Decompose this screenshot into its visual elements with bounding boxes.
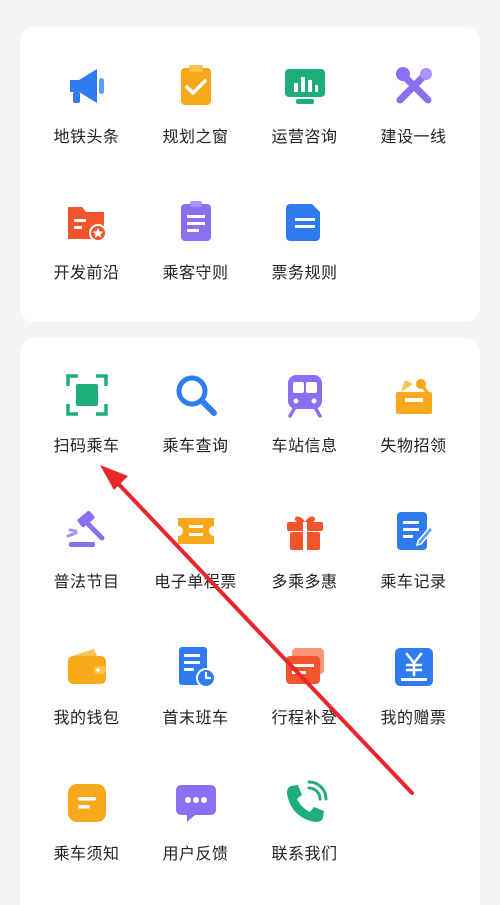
ticket-document-icon (282, 199, 328, 245)
record-edit-icon (391, 508, 437, 554)
tile-construction-front[interactable]: 建设一线 (359, 51, 468, 187)
services-grid: 扫码乘车 乘车查询 车站信息 失物招领 普法节目 电子单程票 多乘多惠 乘车记录… (20, 360, 480, 904)
monitor-chart-icon (282, 63, 328, 109)
tile-ticket-rules[interactable]: 票务规则 (250, 187, 359, 323)
folder-star-icon (64, 199, 110, 245)
qr-scan-icon (64, 372, 110, 418)
tile-label: 普法节目 (53, 572, 120, 591)
tile-label: 扫码乘车 (53, 436, 120, 455)
tile-scan-qr-ride[interactable]: 扫码乘车 (32, 360, 141, 496)
tile-law-program[interactable]: 普法节目 (32, 496, 141, 632)
tile-label: 我的赠票 (380, 708, 447, 727)
tile-label: 乘车查询 (162, 436, 229, 455)
schedule-clock-icon (173, 644, 219, 690)
tile-ride-records[interactable]: 乘车记录 (359, 496, 468, 632)
gift-icon (282, 508, 328, 554)
tile-ride-inquiry[interactable]: 乘车查询 (141, 360, 250, 496)
tile-planning-window[interactable]: 规划之窗 (141, 51, 250, 187)
tile-multi-ride-discount[interactable]: 多乘多惠 (250, 496, 359, 632)
tile-label: 车站信息 (271, 436, 338, 455)
tile-my-wallet[interactable]: 我的钱包 (32, 632, 141, 768)
tile-label: 失物招领 (380, 436, 447, 455)
rules-document-icon (173, 199, 219, 245)
megaphone-icon (64, 63, 110, 109)
wallet-icon (64, 644, 110, 690)
chat-bubble-icon (173, 780, 219, 826)
clipboard-check-icon (173, 63, 219, 109)
tile-label: 建设一线 (380, 127, 447, 146)
tile-contact-us[interactable]: 联系我们 (250, 768, 359, 904)
tile-operation-consult[interactable]: 运营咨询 (250, 51, 359, 187)
train-icon (282, 372, 328, 418)
tile-e-single-ticket[interactable]: 电子单程票 (141, 496, 250, 632)
tile-label: 乘客守则 (162, 263, 229, 282)
tile-label: 票务规则 (271, 263, 338, 282)
trip-card-icon (282, 644, 328, 690)
tile-label: 规划之窗 (162, 127, 229, 146)
tools-icon (391, 63, 437, 109)
e-ticket-icon (173, 508, 219, 554)
news-section-card: 地铁头条 规划之窗 运营咨询 建设一线 开发前沿 乘客守则 票务规则 (20, 27, 480, 322)
tile-lost-and-found[interactable]: 失物招领 (359, 360, 468, 496)
tile-station-info[interactable]: 车站信息 (250, 360, 359, 496)
yuan-ticket-icon (391, 644, 437, 690)
tile-label: 电子单程票 (154, 572, 237, 591)
tile-first-last-train[interactable]: 首末班车 (141, 632, 250, 768)
search-icon (173, 372, 219, 418)
tile-label: 地铁头条 (53, 127, 120, 146)
tile-label: 多乘多惠 (271, 572, 338, 591)
tile-label: 开发前沿 (53, 263, 120, 282)
news-grid: 地铁头条 规划之窗 运营咨询 建设一线 开发前沿 乘客守则 票务规则 (20, 51, 480, 323)
tile-user-feedback[interactable]: 用户反馈 (141, 768, 250, 904)
tile-label: 联系我们 (271, 844, 338, 863)
tile-my-gift-tickets[interactable]: 我的赠票 (359, 632, 468, 768)
gavel-icon (64, 508, 110, 554)
tile-label: 首末班车 (162, 708, 229, 727)
tile-label: 用户反馈 (162, 844, 229, 863)
tile-label: 运营咨询 (271, 127, 338, 146)
lost-found-box-icon (391, 372, 437, 418)
tile-development-frontier[interactable]: 开发前沿 (32, 187, 141, 323)
tile-label: 行程补登 (271, 708, 338, 727)
tile-trip-makeup[interactable]: 行程补登 (250, 632, 359, 768)
notice-icon (64, 780, 110, 826)
tile-passenger-rules[interactable]: 乘客守则 (141, 187, 250, 323)
tile-metro-headlines[interactable]: 地铁头条 (32, 51, 141, 187)
services-section-card: 扫码乘车 乘车查询 车站信息 失物招领 普法节目 电子单程票 多乘多惠 乘车记录… (20, 338, 480, 905)
tile-label: 乘车记录 (380, 572, 447, 591)
tile-ride-notice[interactable]: 乘车须知 (32, 768, 141, 904)
tile-label: 我的钱包 (53, 708, 120, 727)
tile-label: 乘车须知 (53, 844, 120, 863)
phone-icon (282, 780, 328, 826)
